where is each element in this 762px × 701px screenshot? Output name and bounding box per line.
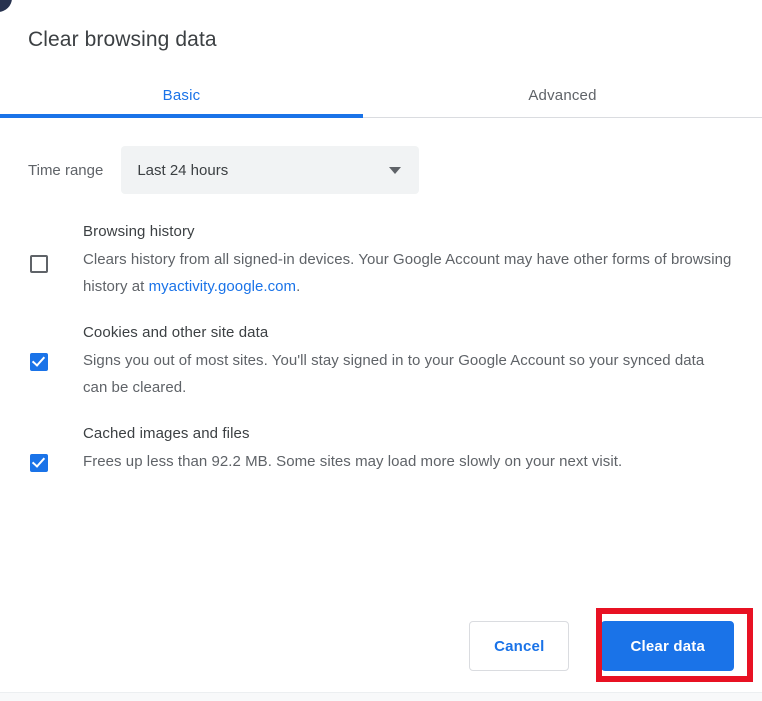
checkbox-cookies-site-data[interactable] [30,353,48,371]
option-description: Frees up less than 92.2 MB. Some sites m… [83,453,623,470]
dialog-actions: Cancel Clear data [469,621,734,671]
tab-advanced[interactable]: Advanced [363,74,762,118]
dialog-title: Clear browsing data [28,28,217,51]
checkbox-browsing-history[interactable] [30,255,48,273]
option-title: Cookies and other site data [83,324,269,341]
window-bottom-strip [0,692,762,701]
option-description-suffix: . [296,278,301,295]
option-title: Cached images and files [83,425,250,442]
option-cookies-site-data[interactable]: Cookies and other site data Signs you ou… [0,321,762,401]
option-description: Signs you out of most sites. You'll stay… [83,352,705,396]
clear-browsing-data-dialog: Clear browsing data Basic Advanced Time … [0,0,762,701]
option-browsing-history[interactable]: Browsing history Clears history from all… [0,220,762,300]
time-range-label: Time range [28,161,104,179]
option-description: Clears history from all signed-in device… [83,246,732,300]
tab-selected-indicator [0,114,363,118]
option-cached-images-files[interactable]: Cached images and files Frees up less th… [0,422,762,475]
tab-bar: Basic Advanced [0,74,762,119]
cancel-button[interactable]: Cancel [469,621,570,671]
option-title: Browsing history [83,223,195,240]
checkbox-cached-images-files[interactable] [30,454,48,472]
time-range-selected-value: Last 24 hours [137,161,229,179]
time-range-row: Time range Last 24 hours [28,146,420,194]
page-corner-artifact [0,0,12,12]
tab-basic[interactable]: Basic [0,74,363,118]
clear-data-button[interactable]: Clear data [601,621,734,671]
checkmark-icon [31,454,46,468]
checkmark-icon [31,353,46,367]
myactivity-link[interactable]: myactivity.google.com [149,278,297,295]
time-range-select[interactable]: Last 24 hours [121,146,420,194]
chevron-down-icon [389,167,402,174]
options-list: Browsing history Clears history from all… [0,220,762,496]
